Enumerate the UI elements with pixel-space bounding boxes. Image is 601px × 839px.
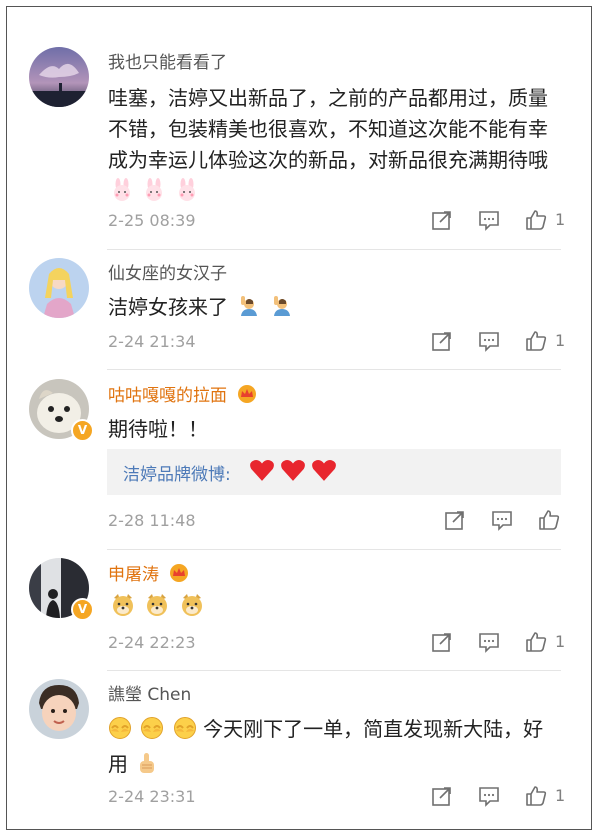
avatar[interactable] [29, 47, 89, 107]
comment-actions: 1 [431, 209, 571, 233]
like-count: 1 [555, 210, 566, 229]
like-icon[interactable] [525, 785, 547, 807]
red-heart-emoji [281, 460, 306, 481]
comment-actions: 1 [431, 785, 571, 809]
hiding-face-emoji [108, 716, 132, 749]
comment-text [108, 592, 560, 627]
comment-icon[interactable] [478, 785, 500, 807]
vip-crown-icon [236, 384, 258, 410]
like-count: 1 [555, 331, 566, 350]
like-count: 1 [555, 632, 566, 651]
share-icon[interactable] [431, 209, 453, 231]
comment-time: 2-24 23:31 [108, 787, 196, 806]
share-icon[interactable] [431, 785, 453, 807]
reply-emojis [249, 458, 337, 486]
divider [107, 369, 561, 370]
like-icon[interactable] [525, 330, 547, 352]
comment-icon[interactable] [491, 509, 513, 531]
comment-text-content: 洁婷女孩来了 [108, 295, 228, 319]
comment-text-content: 哇塞，洁婷又出新品了，之前的产品都用过，质量不错，包装精美也很喜欢，不知道这次能… [108, 86, 548, 172]
doge-emoji [110, 592, 136, 627]
bunny-emoji [110, 178, 134, 211]
username[interactable]: 我也只能看看了 [108, 52, 227, 74]
divider [107, 249, 561, 250]
comment-text: 期待啦！！ [108, 417, 208, 441]
like-icon[interactable] [525, 631, 547, 653]
doge-emoji [179, 592, 205, 627]
share-icon[interactable] [431, 631, 453, 653]
bunny-emoji [175, 178, 199, 211]
comment-time: 2-24 21:34 [108, 332, 196, 351]
avatar[interactable] [29, 679, 89, 739]
comment-text: 今天刚下了一单，简直发现新大陆，好用 [108, 714, 560, 784]
hiding-face-emoji [173, 716, 197, 749]
comment-icon[interactable] [478, 330, 500, 352]
comment-icon[interactable] [478, 209, 500, 231]
username[interactable]: 咕咕嘎嘎的拉面 [108, 384, 258, 410]
comment-time: 2-24 22:23 [108, 633, 196, 652]
username[interactable]: 申屠涛 [108, 563, 190, 589]
like-icon[interactable] [538, 509, 560, 531]
divider [107, 549, 561, 550]
like-icon[interactable] [525, 209, 547, 231]
raising-hand-emoji [269, 294, 293, 327]
username[interactable]: 譙瑩 Chen [108, 684, 191, 706]
verified-badge-icon: V [71, 598, 94, 621]
comment-time: 2-28 11:48 [108, 511, 196, 530]
vip-crown-icon [168, 563, 190, 589]
bunny-emoji [142, 178, 166, 211]
username-text: 申屠涛 [108, 565, 159, 585]
red-heart-emoji [312, 460, 337, 481]
comment-time: 2-25 08:39 [108, 211, 196, 230]
avatar[interactable] [29, 258, 89, 318]
hiding-face-emoji [140, 716, 164, 749]
comment-list: 我也只能看看了 哇塞，洁婷又出新品了，之前的产品都用过，质量不错，包装精美也很喜… [6, 6, 592, 830]
username[interactable]: 仙女座的女汉子 [108, 263, 227, 285]
raising-hand-emoji [236, 294, 260, 327]
share-icon[interactable] [431, 330, 453, 352]
comment-text: 哇塞，洁婷又出新品了，之前的产品都用过，质量不错，包装精美也很喜欢，不知道这次能… [108, 83, 560, 211]
username-text: 咕咕嘎嘎的拉面 [108, 386, 227, 406]
like-count: 1 [555, 786, 566, 805]
red-heart-emoji [250, 460, 274, 481]
reply-box[interactable]: 洁婷品牌微博: [107, 449, 561, 495]
verified-badge-icon: V [71, 419, 94, 442]
comment-actions: 1 [431, 631, 571, 655]
divider [107, 670, 561, 671]
comment-actions [444, 509, 564, 533]
comment-icon[interactable] [478, 631, 500, 653]
thumbs-up-emoji [136, 751, 158, 784]
share-icon[interactable] [444, 509, 466, 531]
comment-text: 洁婷女孩来了 [108, 292, 560, 327]
doge-emoji [144, 592, 170, 627]
comment-actions: 1 [431, 330, 571, 354]
reply-author[interactable]: 洁婷品牌微博: [123, 460, 231, 485]
